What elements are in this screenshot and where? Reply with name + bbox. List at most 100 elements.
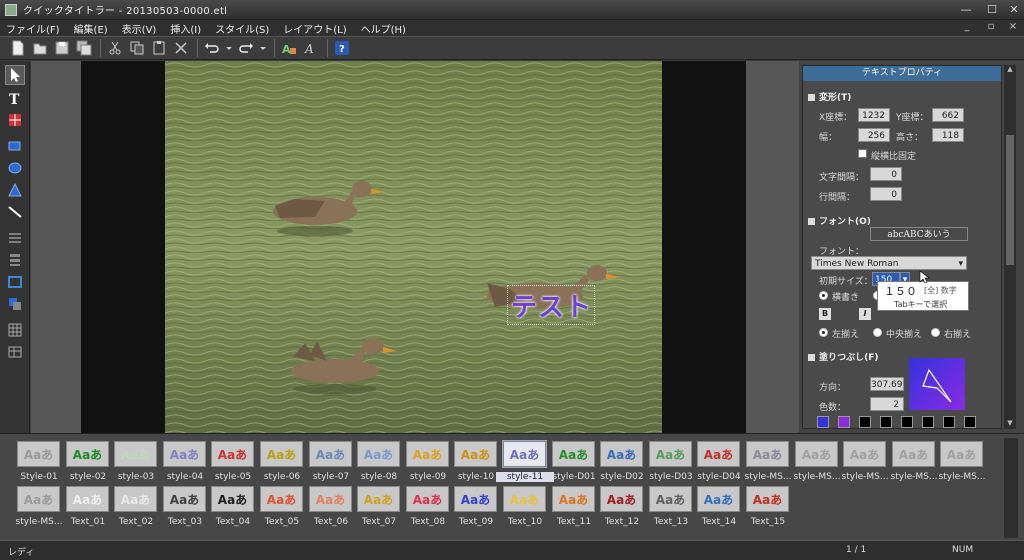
style-swatch[interactable]: Aaあ xyxy=(940,441,983,467)
style-swatch[interactable]: Aaあ xyxy=(892,441,935,467)
style-swatch[interactable]: Aaあ xyxy=(114,441,157,467)
save-icon[interactable] xyxy=(52,38,72,58)
minimize-button[interactable]: — xyxy=(958,2,974,17)
ellipse-tool-icon[interactable] xyxy=(5,158,25,178)
menu-insert[interactable]: 挿入(I) xyxy=(170,21,201,36)
gallery-scrollbar[interactable] xyxy=(1004,438,1018,538)
color-swatch[interactable] xyxy=(964,416,976,428)
height-field[interactable]: 118 xyxy=(932,128,964,142)
style-swatch[interactable]: Aaあ xyxy=(309,486,352,512)
style-swatch[interactable]: Aaあ xyxy=(600,486,643,512)
font-select[interactable]: Times New Roman ▾ xyxy=(811,256,967,270)
ime-candidate-popup[interactable]: １５０ [全] 数字 Tabキーで選択 xyxy=(877,281,969,311)
style-swatch[interactable]: Aaあ xyxy=(406,441,449,467)
open-icon[interactable] xyxy=(30,38,50,58)
section-fill-header[interactable]: 塗りつぶし(F) xyxy=(808,350,878,363)
width-field[interactable]: 256 xyxy=(858,128,890,142)
scroll-thumb[interactable] xyxy=(1006,135,1014,265)
cut-icon[interactable] xyxy=(105,38,125,58)
collapse-icon[interactable] xyxy=(808,218,815,225)
undo-icon[interactable] xyxy=(202,38,222,58)
menu-style[interactable]: スタイル(S) xyxy=(215,21,269,36)
section-font-header[interactable]: フォント(O) xyxy=(808,214,871,227)
color-swatch[interactable] xyxy=(943,416,955,428)
rectangle-tool-icon[interactable] xyxy=(5,136,25,156)
style-swatch[interactable]: Aaあ xyxy=(309,441,352,467)
menu-view[interactable]: 表示(V) xyxy=(122,21,157,36)
color-swatch[interactable] xyxy=(838,416,850,428)
style-swatch[interactable]: Aaあ xyxy=(552,441,595,467)
color-swatch[interactable] xyxy=(880,416,892,428)
color-swatch[interactable] xyxy=(901,416,913,428)
color-swatch[interactable] xyxy=(859,416,871,428)
align-center-radio[interactable] xyxy=(873,328,882,337)
help-icon[interactable]: ? xyxy=(332,38,352,58)
style-swatch[interactable]: Aaあ xyxy=(357,441,400,467)
grid-tool-icon[interactable] xyxy=(5,320,25,340)
collapse-icon[interactable] xyxy=(808,354,815,361)
maximize-button[interactable]: ☐ xyxy=(984,2,1000,17)
style-swatch[interactable]: Aaあ xyxy=(843,441,886,467)
text-tool-icon[interactable]: T xyxy=(5,88,25,108)
delete-icon[interactable] xyxy=(171,38,191,58)
distribute-tool-icon[interactable] xyxy=(5,250,25,270)
aspect-lock-checkbox[interactable] xyxy=(858,149,867,158)
collapse-icon[interactable] xyxy=(808,94,815,101)
paste-icon[interactable] xyxy=(149,38,169,58)
align-tool-icon[interactable] xyxy=(5,228,25,248)
mdi-minimize-button[interactable]: _ xyxy=(960,21,974,35)
style-swatch[interactable]: Aaあ xyxy=(795,441,838,467)
table-tool-icon[interactable] xyxy=(5,342,25,362)
style-swatch[interactable]: Aaあ xyxy=(66,441,109,467)
style-swatch[interactable]: Aaあ xyxy=(697,441,740,467)
menu-file[interactable]: ファイル(F) xyxy=(6,21,60,36)
style-swatch[interactable]: Aaあ xyxy=(17,441,60,467)
style-swatch[interactable]: Aaあ xyxy=(454,486,497,512)
style-swatch[interactable]: Aaあ xyxy=(114,486,157,512)
style-swatch[interactable]: Aaあ xyxy=(211,441,254,467)
canvas-photo[interactable] xyxy=(165,61,662,433)
triangle-tool-icon[interactable] xyxy=(5,180,25,200)
properties-scrollbar[interactable]: ▲ ▼ xyxy=(1004,65,1016,429)
y-field[interactable]: 662 xyxy=(932,108,964,122)
align-left-radio[interactable] xyxy=(819,328,828,337)
order-tool-icon[interactable] xyxy=(5,294,25,314)
style-swatch[interactable]: Aaあ xyxy=(600,441,643,467)
style-swatch[interactable]: Aaあ xyxy=(552,486,595,512)
direction-field[interactable]: 307.69 xyxy=(870,377,904,391)
redo-dropdown-icon[interactable] xyxy=(258,38,268,58)
x-field[interactable]: 1232 xyxy=(858,108,890,122)
section-transform-header[interactable]: 変形(T) xyxy=(808,90,851,103)
style-swatch[interactable]: Aaあ xyxy=(746,486,789,512)
text-style-icon[interactable]: A xyxy=(279,38,299,58)
horizontal-radio[interactable] xyxy=(819,291,828,300)
align-right-radio[interactable] xyxy=(931,328,940,337)
style-swatch[interactable]: Aaあ xyxy=(649,441,692,467)
redo-icon[interactable] xyxy=(236,38,256,58)
bold-button[interactable]: B xyxy=(819,308,831,320)
line-tool-icon[interactable] xyxy=(5,202,25,222)
color-swatch[interactable] xyxy=(922,416,934,428)
style-swatch[interactable]: Aaあ xyxy=(503,486,546,512)
canvas-area[interactable]: テスト xyxy=(31,61,799,433)
select-arrow-icon[interactable] xyxy=(5,65,25,85)
style-swatch[interactable]: Aaあ xyxy=(260,486,303,512)
style-swatch[interactable]: Aaあ xyxy=(502,440,547,468)
style-swatch[interactable]: Aaあ xyxy=(163,486,206,512)
menu-help[interactable]: ヘルプ(H) xyxy=(361,21,406,36)
font-icon[interactable]: A xyxy=(301,38,321,58)
style-swatch[interactable]: Aaあ xyxy=(163,441,206,467)
style-swatch[interactable]: Aaあ xyxy=(357,486,400,512)
menu-layout[interactable]: レイアウト(L) xyxy=(283,21,346,36)
colors-field[interactable]: 2 xyxy=(870,397,904,411)
scroll-up-icon[interactable]: ▲ xyxy=(1004,65,1016,75)
italic-button[interactable]: I xyxy=(859,308,871,320)
canvas-text-object[interactable]: テスト xyxy=(511,287,592,324)
color-swatch[interactable] xyxy=(817,416,829,428)
char-spacing-field[interactable]: 0 xyxy=(870,167,902,181)
new-file-icon[interactable] xyxy=(8,38,28,58)
style-swatch[interactable]: Aaあ xyxy=(211,486,254,512)
copy-icon[interactable] xyxy=(127,38,147,58)
menu-edit[interactable]: 編集(E) xyxy=(74,21,108,36)
line-spacing-field[interactable]: 0 xyxy=(870,187,902,201)
